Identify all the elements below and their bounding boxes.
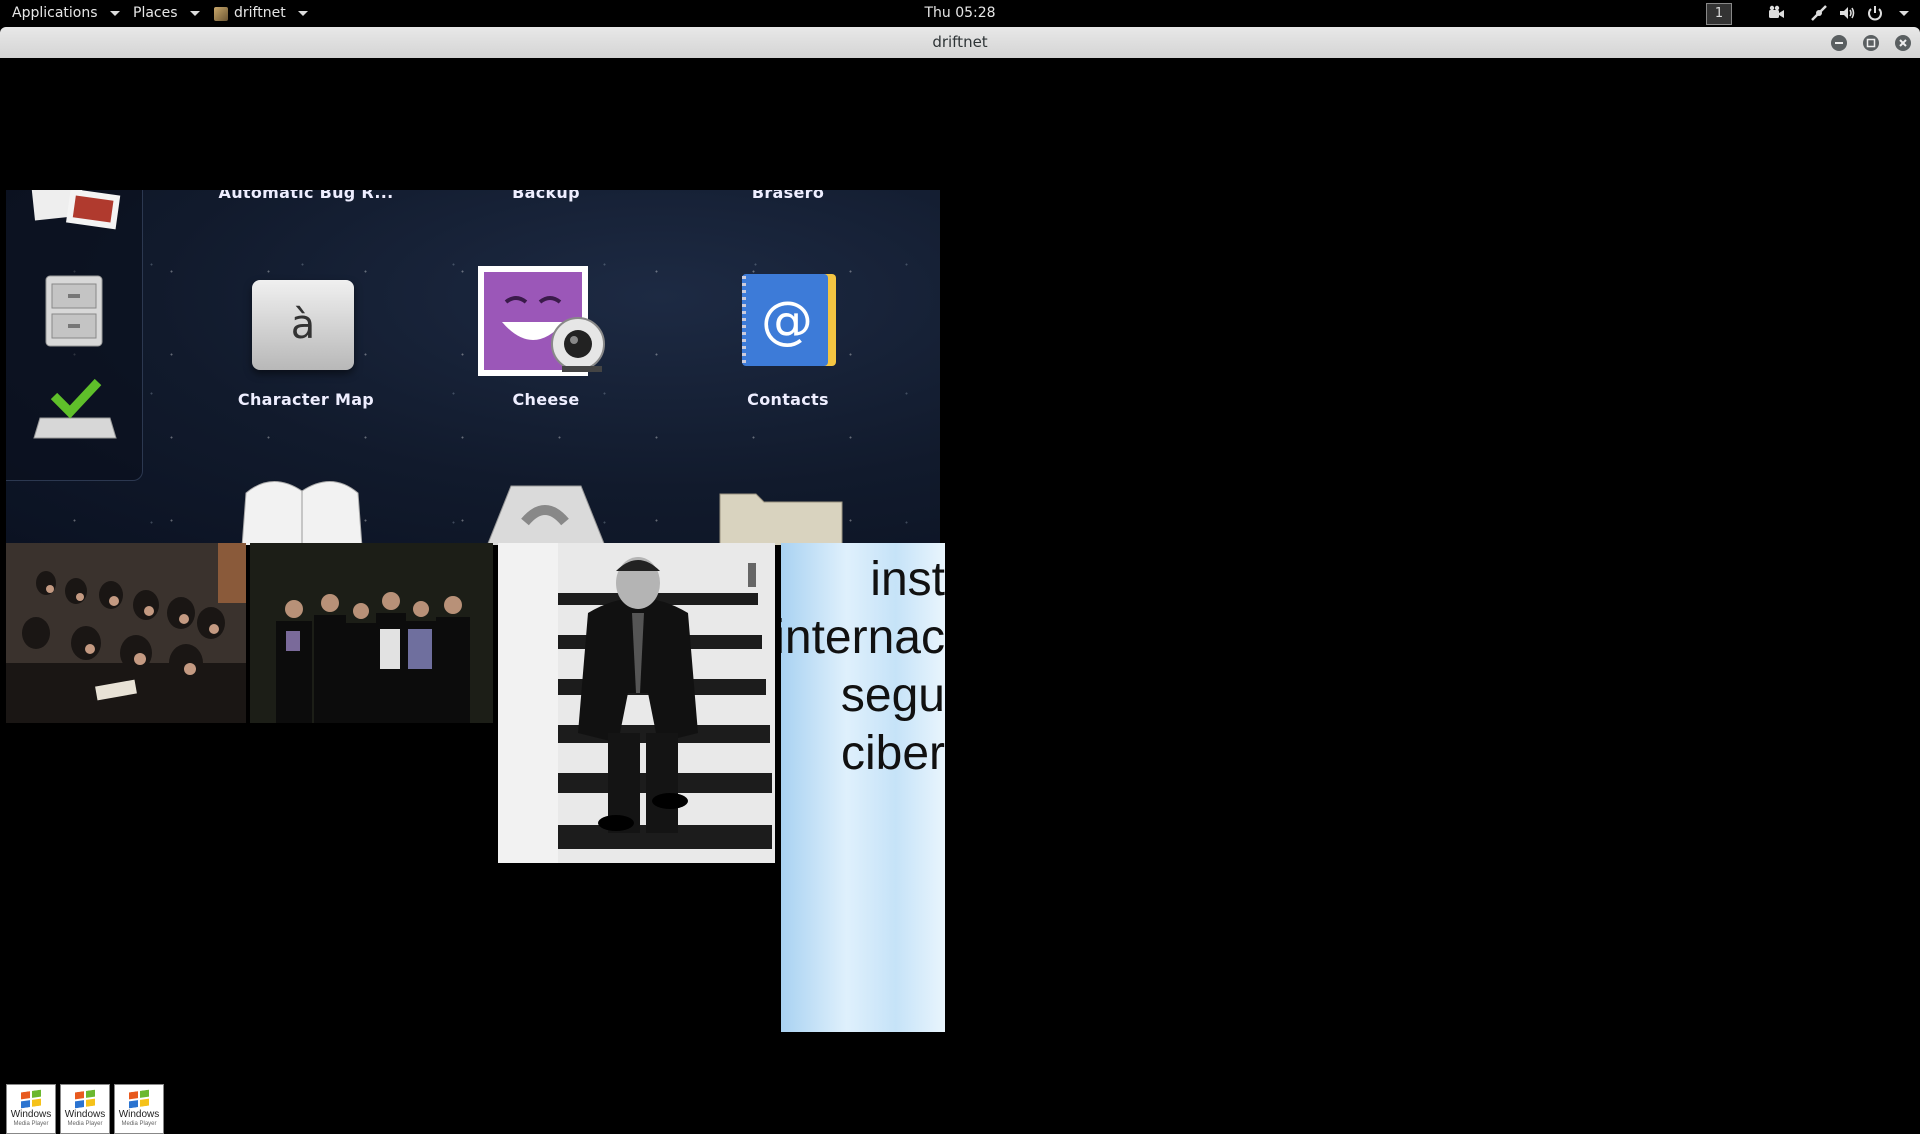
- app-label-bug-reporter: Automatic Bug R...: [218, 190, 394, 202]
- folder-icon: [719, 493, 843, 545]
- book-icon: [241, 481, 363, 545]
- maximize-icon: [1866, 38, 1876, 48]
- captured-image-group: [250, 543, 493, 723]
- video-camera-icon[interactable]: [1767, 4, 1785, 22]
- places-label: Places: [133, 5, 178, 21]
- cheese-icon: [478, 266, 605, 376]
- power-icon[interactable]: [1866, 4, 1884, 22]
- app-label-cheese: Cheese: [512, 390, 580, 409]
- wmp-thumbnail: Windows Media Player: [60, 1084, 110, 1134]
- wmp-thumbnail: Windows Media Player: [6, 1084, 56, 1134]
- photos-icon: [31, 190, 121, 230]
- windows-flag-icon: [129, 1089, 149, 1109]
- captured-image-slide: inst internac segu ciber: [781, 543, 945, 1032]
- character-map-glyph: à: [290, 302, 316, 348]
- slide-text: inst internac segu ciber: [781, 553, 945, 780]
- close-button[interactable]: [1895, 35, 1911, 51]
- minimize-icon: [1835, 42, 1843, 44]
- file-cabinet-icon: [45, 275, 103, 347]
- chevron-down-icon: [109, 11, 120, 16]
- app-label-contacts: Contacts: [747, 390, 829, 409]
- network-icon[interactable]: [1810, 4, 1828, 22]
- system-menu-chevron-icon[interactable]: [1899, 11, 1909, 16]
- preferences-tools-icon: [486, 485, 606, 545]
- chevron-down-icon: [189, 11, 200, 16]
- install-drive-icon: [33, 378, 117, 439]
- audience-photo: [6, 543, 246, 723]
- driftnet-canvas: Automatic Bug R... Backup Brasero à Char…: [0, 58, 1920, 1134]
- captured-image-man-on-stairs: [498, 543, 775, 863]
- stairs-photo: [498, 543, 775, 863]
- app-label-character-map: Character Map: [237, 390, 375, 409]
- wmp-sublabel: Media Player: [121, 1121, 157, 1127]
- top-panel: Applications Places driftnet Thu 05:28 1: [0, 0, 1920, 27]
- clock-label: Thu 05:28: [924, 5, 996, 21]
- wmp-label: Windows: [118, 1109, 160, 1120]
- captured-image-audience: [6, 543, 246, 723]
- wmp-label: Windows: [64, 1109, 106, 1120]
- wmp-label: Windows: [10, 1109, 52, 1120]
- window-titlebar[interactable]: driftnet: [0, 27, 1920, 59]
- driftnet-icon: [214, 6, 228, 21]
- clock[interactable]: Thu 05:28: [920, 0, 1000, 27]
- contacts-icon: @: [742, 274, 836, 366]
- applications-menu[interactable]: Applications: [12, 0, 120, 27]
- wmp-thumbnail: Windows Media Player: [114, 1084, 164, 1134]
- app-label-backup: Backup: [512, 190, 580, 202]
- at-sign-glyph: @: [761, 291, 813, 351]
- applications-label: Applications: [12, 5, 98, 21]
- window-title: driftnet: [932, 33, 988, 51]
- close-icon: [1899, 39, 1907, 47]
- chevron-down-icon: [297, 11, 308, 16]
- windows-flag-icon: [75, 1089, 95, 1109]
- app-menu[interactable]: driftnet: [214, 0, 308, 27]
- minimize-button[interactable]: [1831, 35, 1847, 51]
- captured-image-app-grid: Automatic Bug R... Backup Brasero à Char…: [6, 190, 940, 545]
- volume-icon[interactable]: [1838, 4, 1856, 22]
- app-label-brasero: Brasero: [751, 190, 825, 202]
- wmp-sublabel: Media Player: [13, 1121, 49, 1127]
- maximize-button[interactable]: [1863, 35, 1879, 51]
- app-menu-label: driftnet: [234, 5, 286, 21]
- windows-flag-icon: [21, 1089, 41, 1109]
- dock-panel: [6, 190, 143, 481]
- character-map-icon: à: [252, 280, 354, 370]
- group-photo: [250, 543, 493, 723]
- places-menu[interactable]: Places: [133, 0, 200, 27]
- workspace-indicator[interactable]: 1: [1706, 3, 1732, 25]
- wmp-sublabel: Media Player: [67, 1121, 103, 1127]
